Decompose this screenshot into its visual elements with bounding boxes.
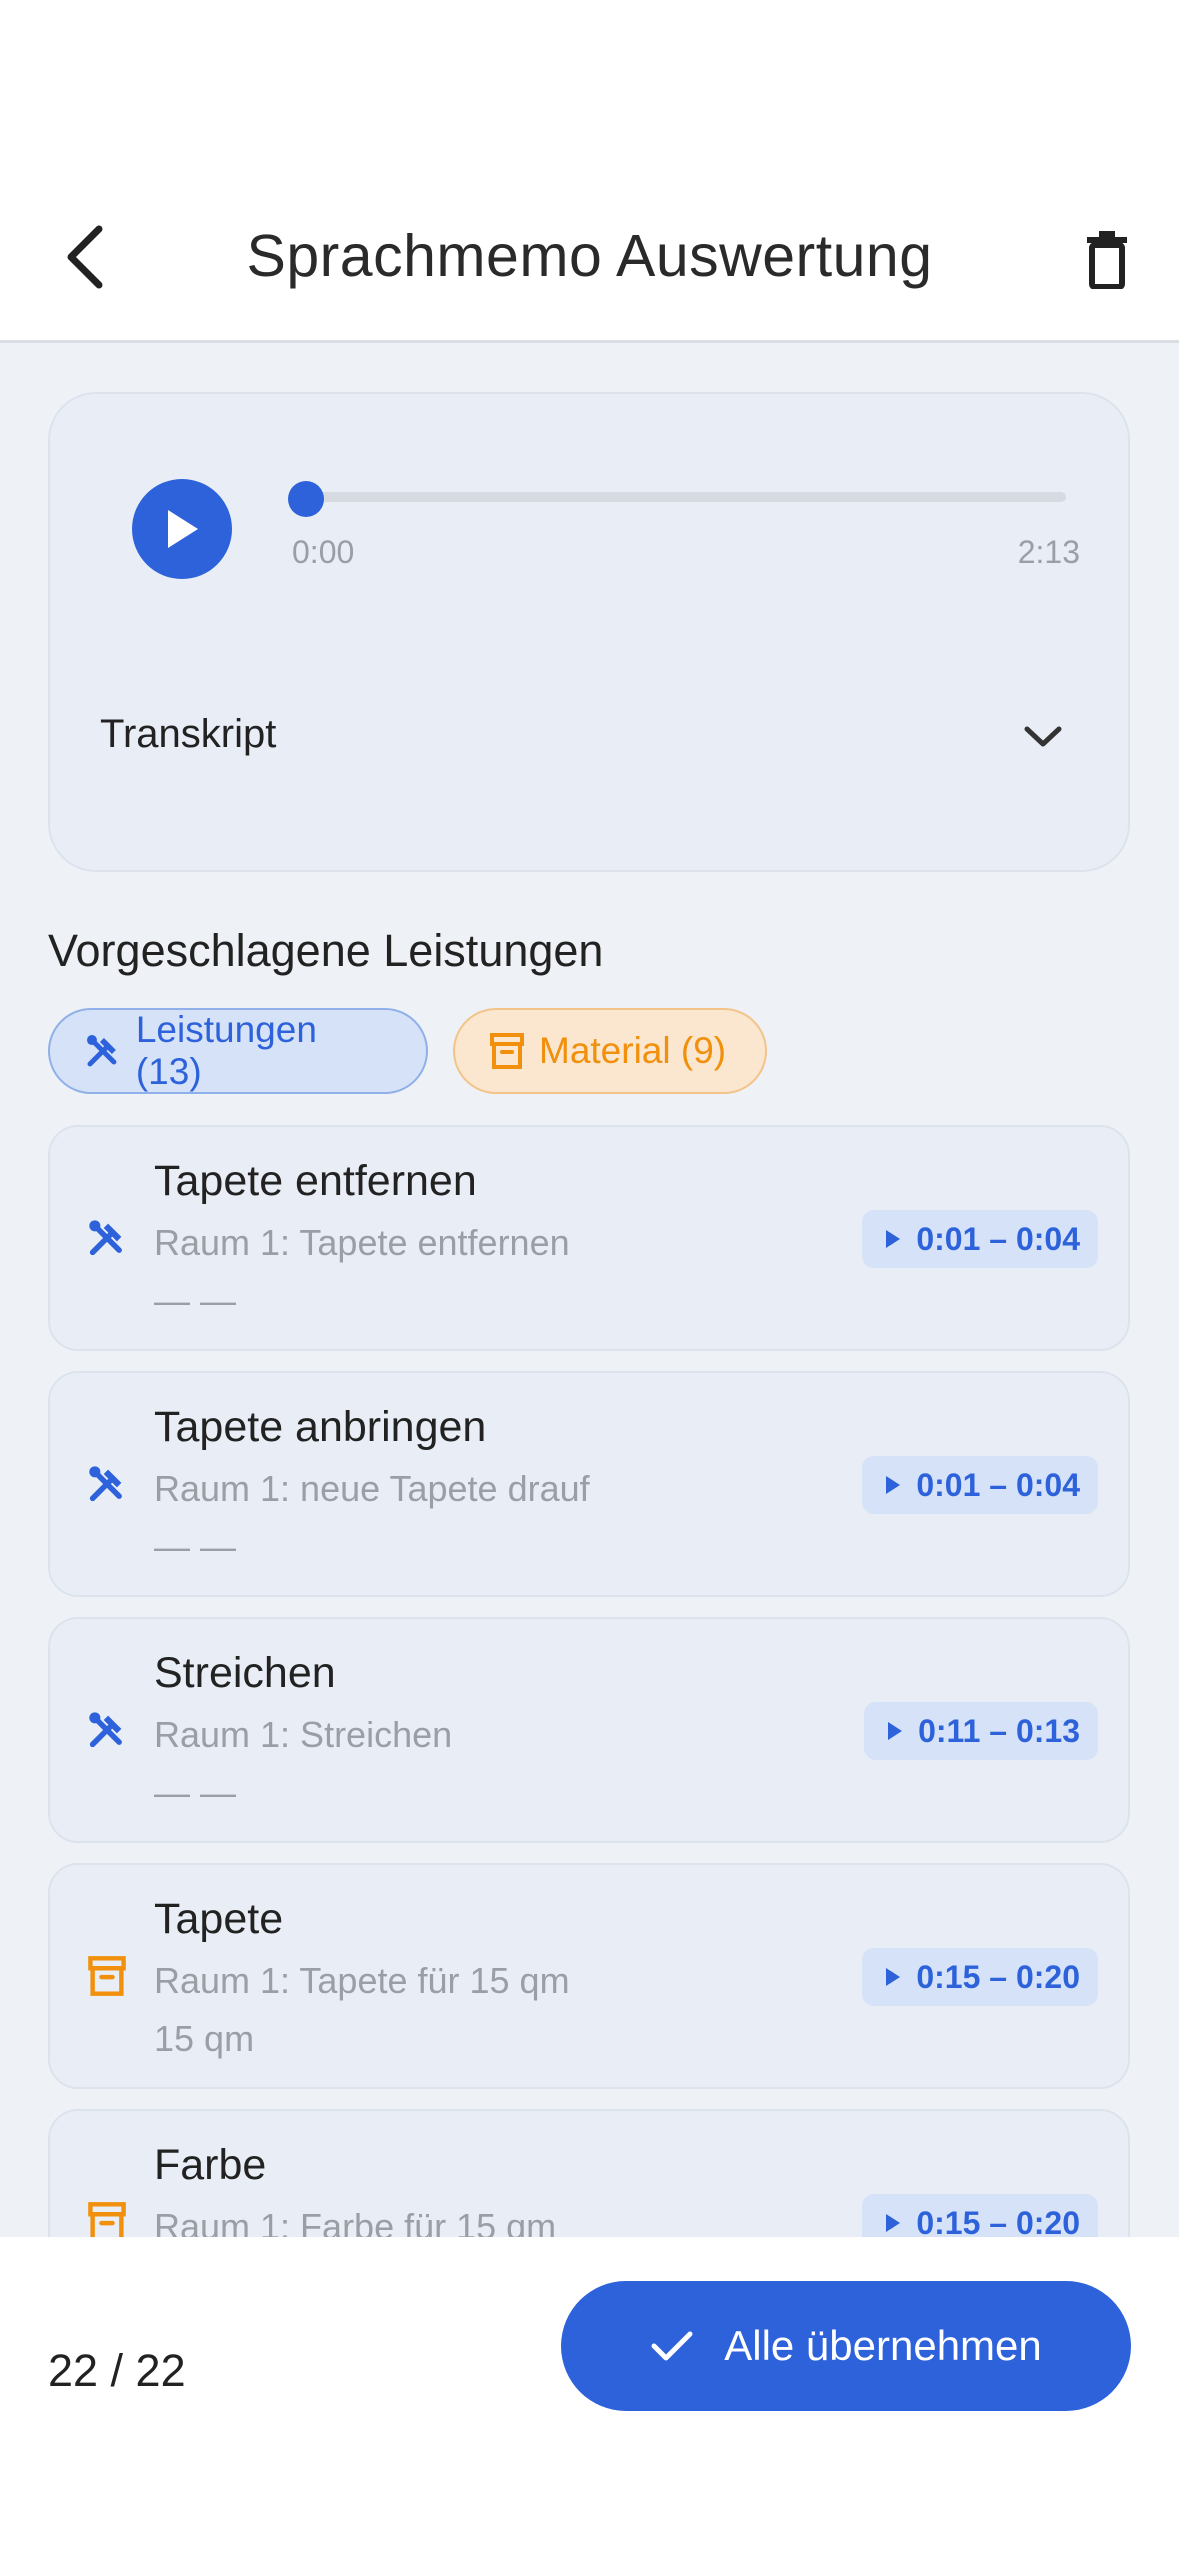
timestamp-play-button[interactable]: 0:01 – 0:04 — [862, 1210, 1098, 1268]
section-title: Vorgeschlagene Leistungen — [48, 925, 604, 976]
bottom-action-bar: 22 / 22 Alle übernehmen — [0, 2237, 1179, 2556]
play-button[interactable] — [132, 479, 232, 579]
item-quantity: — — — [154, 1280, 237, 1321]
play-icon — [886, 2214, 901, 2232]
trash-icon — [1087, 231, 1127, 289]
transcript-toggle[interactable] — [1018, 712, 1068, 762]
item-title: Streichen — [154, 1649, 336, 1697]
suggestion-list: Tapete entfernen Raum 1: Tapete entferne… — [48, 1125, 1130, 2237]
play-icon — [888, 1722, 903, 1740]
tools-icon — [84, 1707, 130, 1753]
accept-all-button[interactable]: Alle übernehmen — [561, 2281, 1131, 2411]
list-item[interactable]: Tapete entfernen Raum 1: Tapete entferne… — [48, 1125, 1130, 1351]
top-app-bar: Sprachmemo Auswertung — [0, 0, 1179, 343]
timestamp-label: 0:15 – 0:20 — [916, 2204, 1080, 2238]
item-subtitle: Raum 1: neue Tapete drauf — [154, 1468, 590, 1509]
list-item[interactable]: Tapete anbringen Raum 1: neue Tapete dra… — [48, 1371, 1130, 1597]
archive-box-icon — [490, 1033, 524, 1069]
archive-box-icon — [84, 2199, 130, 2237]
audio-progress-track[interactable] — [296, 492, 1066, 502]
item-subtitle: Raum 1: Tapete für 15 qm — [154, 1960, 570, 2001]
timestamp-play-button[interactable]: 0:01 – 0:04 — [862, 1456, 1098, 1514]
archive-box-icon — [84, 1953, 130, 1999]
list-item[interactable]: Tapete Raum 1: Tapete für 15 qm 15 qm 0:… — [48, 1863, 1130, 2089]
tools-icon — [84, 1215, 130, 1261]
filter-services-label: Leistungen (13) — [135, 1009, 317, 1092]
item-subtitle: Raum 1: Streichen — [154, 1714, 453, 1755]
item-title: Tapete entfernen — [154, 1157, 477, 1205]
current-time: 0:00 — [292, 534, 355, 570]
page-title: Sprachmemo Auswertung — [246, 223, 933, 289]
filter-material-pill[interactable]: Material (9) — [453, 1008, 767, 1094]
accept-all-label: Alle übernehmen — [724, 2322, 1042, 2369]
filter-material-label: Material (9) — [539, 1030, 727, 1071]
transcript-toggle-label[interactable]: Transkript — [100, 712, 276, 757]
item-subtitle: Raum 1: Tapete entfernen — [154, 1222, 570, 1263]
filter-services-pill[interactable]: Leistungen (13) — [48, 1008, 428, 1094]
chevron-down-icon — [1024, 726, 1062, 747]
play-icon — [886, 1968, 901, 1986]
item-quantity: — — — [154, 1772, 237, 1813]
check-icon — [651, 2331, 693, 2361]
timestamp-label: 0:15 – 0:20 — [916, 1958, 1080, 1995]
play-icon — [886, 1476, 901, 1494]
play-icon — [168, 510, 198, 548]
timestamp-label: 0:01 – 0:04 — [916, 1220, 1080, 1257]
timestamp-label: 0:01 – 0:04 — [916, 1466, 1080, 1503]
timestamp-play-button[interactable]: 0:11 – 0:13 — [864, 1702, 1098, 1760]
list-item[interactable]: Streichen Raum 1: Streichen — — 0:11 – 0… — [48, 1617, 1130, 1843]
item-subtitle: Raum 1: Farbe für 15 qm — [154, 2206, 557, 2237]
play-icon — [886, 1230, 901, 1248]
selection-counter: 22 / 22 — [48, 2345, 186, 2396]
list-item[interactable]: Farbe Raum 1: Farbe für 15 qm 0:15 – 0:2… — [48, 2109, 1130, 2237]
tools-icon — [84, 1461, 130, 1507]
delete-button[interactable] — [1075, 228, 1139, 292]
item-title: Farbe — [154, 2141, 267, 2189]
duration: 2:13 — [1017, 534, 1080, 570]
item-quantity: — — — [154, 1526, 237, 1567]
item-quantity: 15 qm — [154, 2018, 255, 2059]
audio-progress-thumb[interactable] — [288, 481, 324, 517]
item-title: Tapete anbringen — [154, 1403, 487, 1451]
tools-icon — [86, 1035, 117, 1067]
timestamp-label: 0:11 – 0:13 — [918, 1712, 1080, 1749]
item-title: Tapete — [154, 1895, 284, 1943]
timestamp-play-button[interactable]: 0:15 – 0:20 — [862, 1948, 1098, 2006]
audio-player-card: 0:00 2:13 Transkript — [48, 392, 1130, 872]
timestamp-play-button[interactable]: 0:15 – 0:20 — [862, 2194, 1098, 2237]
